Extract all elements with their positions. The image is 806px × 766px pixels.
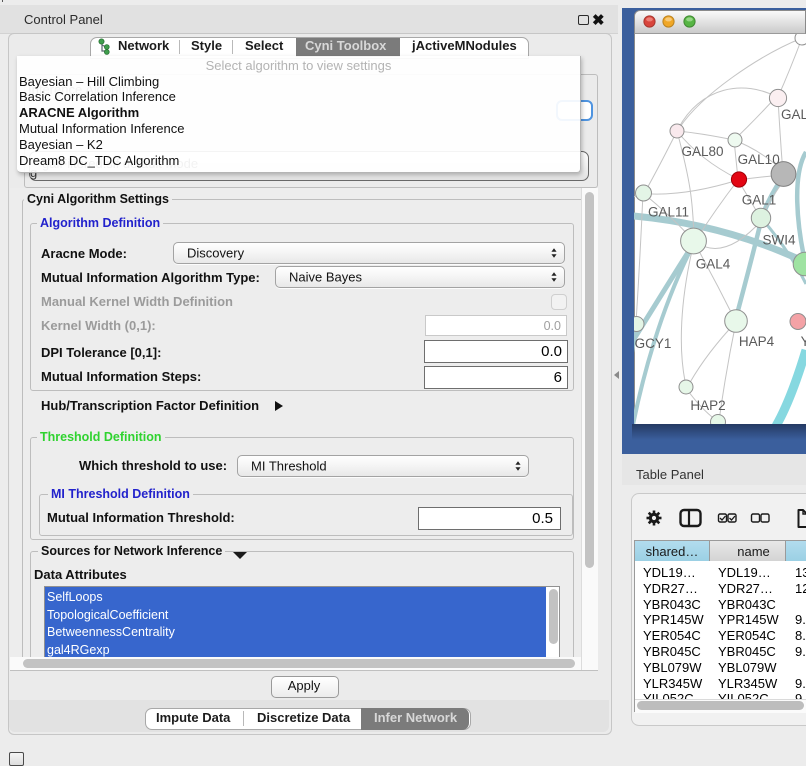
svg-text:HAP4: HAP4 (739, 334, 775, 349)
svg-text:GAL11: GAL11 (648, 205, 689, 220)
svg-text:GAL10: GAL10 (738, 152, 780, 167)
svg-text:GAL80: GAL80 (681, 144, 723, 159)
svg-text:GAL1: GAL1 (742, 193, 777, 208)
svg-text:GAL2: GAL2 (781, 107, 806, 122)
svg-text:GAL4: GAL4 (696, 257, 731, 272)
svg-text:Y: Y (801, 334, 806, 349)
svg-text:SWI4: SWI4 (762, 233, 795, 248)
svg-text:HAP2: HAP2 (690, 398, 725, 413)
svg-text:GCY1: GCY1 (635, 336, 672, 351)
